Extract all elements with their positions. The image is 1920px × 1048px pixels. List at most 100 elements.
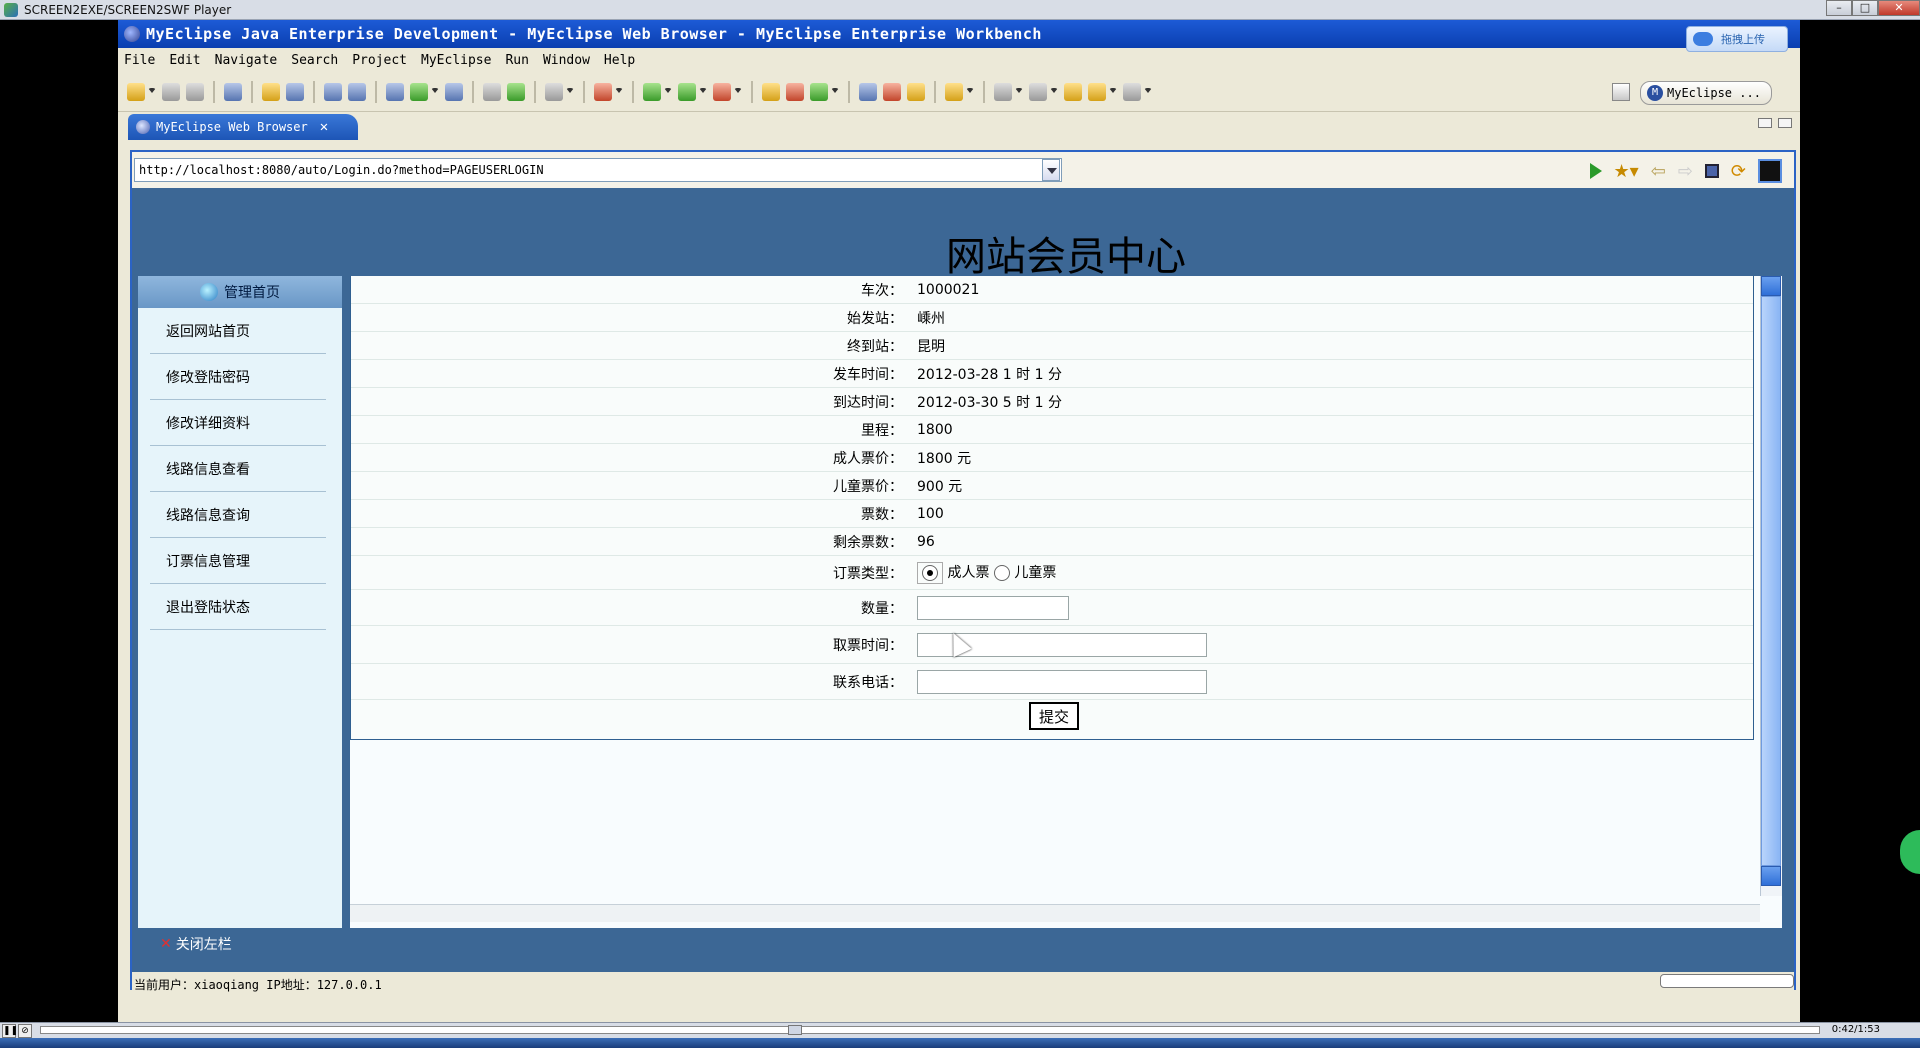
open-type-icon[interactable] (859, 82, 877, 101)
tab-web-browser[interactable]: MyEclipse Web Browser ✕ (128, 114, 358, 140)
minimize-button[interactable]: – (1826, 0, 1852, 16)
new-package-icon[interactable] (762, 82, 780, 101)
sidebar-item-view-routes[interactable]: 线路信息查看 (150, 446, 326, 492)
external-tools-icon[interactable] (713, 82, 731, 101)
edit-icon[interactable] (483, 82, 501, 101)
open-task-icon[interactable] (883, 82, 901, 101)
close-button[interactable]: ✕ (1878, 0, 1920, 16)
phone-input[interactable] (917, 669, 1207, 694)
refresh-icon[interactable]: ⟳ (1731, 161, 1746, 182)
prev-annotation-icon[interactable] (1029, 82, 1047, 101)
scroll-down-button[interactable] (1761, 866, 1781, 886)
bug-icon[interactable] (262, 82, 280, 101)
folder-icon[interactable] (945, 82, 963, 101)
run-server-icon[interactable] (410, 82, 428, 101)
chevron-down-icon[interactable] (431, 87, 439, 96)
wand-icon[interactable] (348, 82, 366, 101)
maximize-button[interactable]: □ (1852, 0, 1878, 16)
view-source-icon[interactable] (1758, 159, 1782, 183)
maximize-editor-button[interactable] (1778, 118, 1792, 128)
chevron-down-icon[interactable] (1015, 87, 1023, 96)
menu-project[interactable]: Project (352, 53, 407, 68)
chevron-down-icon[interactable] (664, 87, 672, 96)
close-tab-icon[interactable]: ✕ (320, 119, 328, 135)
pause-icon[interactable]: ❚❚ (2, 1023, 18, 1038)
url-input[interactable] (134, 158, 1062, 182)
menu-run[interactable]: Run (505, 53, 528, 68)
new-class-icon[interactable] (786, 82, 804, 101)
new-interface-icon[interactable] (810, 82, 828, 101)
chevron-down-icon[interactable] (615, 87, 623, 96)
server-icon[interactable] (224, 82, 242, 101)
chevron-down-icon[interactable] (148, 87, 156, 96)
menu-navigate[interactable]: Navigate (215, 53, 278, 68)
chevron-down-icon[interactable] (734, 87, 742, 96)
forward-icon[interactable] (1123, 82, 1141, 101)
sidebar-item-manage-bookings[interactable]: 订票信息管理 (150, 538, 326, 584)
chevron-down-icon[interactable] (1144, 87, 1152, 96)
floating-badge[interactable] (1900, 830, 1920, 874)
menu-window[interactable]: Window (543, 53, 590, 68)
player-control-bar: ❚❚ ⊘ 0:42/1:53 (0, 1022, 1920, 1038)
go-icon[interactable] (1589, 163, 1602, 179)
menu-search[interactable]: Search (291, 53, 338, 68)
scroll-up-button[interactable] (1761, 276, 1781, 296)
seek-thumb[interactable] (787, 1025, 802, 1035)
wizard-icon[interactable] (594, 82, 612, 101)
perspective-switcher[interactable]: M MyEclipse ... (1640, 81, 1772, 105)
chevron-down-icon[interactable] (831, 87, 839, 96)
sidebar-item-change-password[interactable]: 修改登陆密码 (150, 354, 326, 400)
stop-icon[interactable]: ⊘ (18, 1023, 32, 1038)
search-icon[interactable] (907, 82, 925, 101)
minimize-editor-button[interactable] (1758, 118, 1772, 128)
menu-myeclipse[interactable]: MyEclipse (421, 53, 491, 68)
chevron-down-icon[interactable] (1050, 87, 1058, 96)
menu-file[interactable]: File (124, 53, 155, 68)
deploy-icon[interactable] (286, 82, 304, 101)
child-radio[interactable] (993, 564, 1010, 581)
seek-bar[interactable] (40, 1025, 1820, 1035)
url-dropdown-button[interactable] (1042, 159, 1060, 181)
scroll-thumb[interactable] (1761, 296, 1781, 866)
deploy-project-icon[interactable] (386, 82, 404, 101)
refresh-icon[interactable] (507, 82, 525, 101)
chevron-down-icon[interactable] (566, 87, 574, 96)
sidebar-item-home[interactable]: 返回网站首页 (150, 308, 326, 354)
quantity-input[interactable] (917, 595, 1069, 620)
chevron-down-icon[interactable] (699, 87, 707, 96)
stop-icon[interactable] (1704, 164, 1719, 178)
vertical-scrollbar[interactable] (1760, 276, 1782, 896)
run-icon[interactable] (678, 82, 696, 101)
chevron-down-icon[interactable] (1109, 87, 1117, 96)
sidebar-item-edit-profile[interactable]: 修改详细资料 (150, 400, 326, 446)
tool-icon[interactable] (324, 82, 342, 101)
forward-arrow-icon[interactable]: ⇨ (1678, 161, 1693, 182)
ticket-type-options: 成人票 儿童票 (915, 561, 1056, 584)
status-bar: 当前用户：xiaoqiang IP地址：127.0.0.1 (132, 972, 1794, 996)
back-icon[interactable] (1088, 82, 1106, 101)
new-icon[interactable] (127, 82, 145, 101)
menu-help[interactable]: Help (604, 53, 635, 68)
favorites-icon[interactable]: ★▾ (1614, 161, 1639, 182)
debug-icon[interactable] (643, 82, 661, 101)
adult-radio[interactable] (922, 564, 938, 581)
sidebar-item-search-routes[interactable]: 线路信息查询 (150, 492, 326, 538)
camera-icon[interactable] (545, 82, 563, 101)
menu-edit[interactable]: Edit (169, 53, 200, 68)
player-window-controls: – □ ✕ (1826, 0, 1920, 16)
print-icon[interactable] (186, 82, 204, 101)
toolbar-separator (583, 80, 585, 103)
globe-icon[interactable] (445, 82, 463, 101)
upload-button[interactable]: 拖拽上传 (1686, 26, 1788, 52)
next-annotation-icon[interactable] (994, 82, 1012, 101)
open-perspective-icon[interactable] (1612, 83, 1630, 101)
chevron-down-icon[interactable] (966, 87, 974, 96)
save-icon[interactable] (162, 82, 180, 101)
close-left-panel[interactable]: ✕ 关闭左栏 (160, 934, 232, 954)
sidebar-header[interactable]: 管理首页 (138, 276, 342, 308)
sidebar-item-logout[interactable]: 退出登陆状态 (150, 584, 326, 630)
horizontal-scrollbar[interactable] (350, 904, 1760, 922)
submit-button[interactable]: 提交 (1029, 702, 1079, 730)
last-edit-icon[interactable] (1064, 82, 1082, 101)
back-arrow-icon[interactable]: ⇦ (1651, 161, 1666, 182)
